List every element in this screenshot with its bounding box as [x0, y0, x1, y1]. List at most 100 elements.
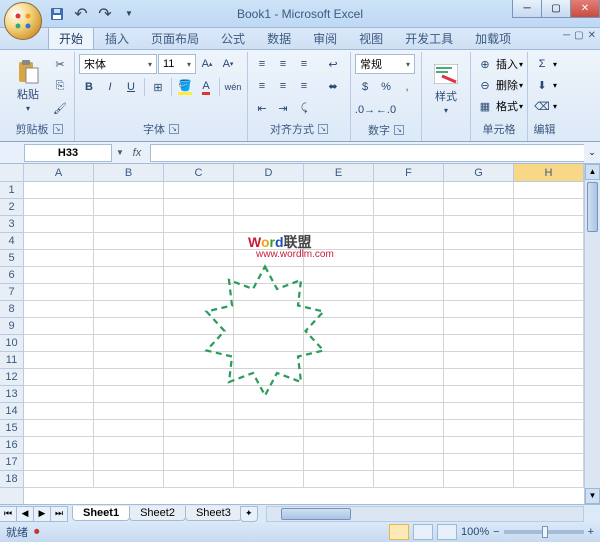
fx-button[interactable]: fx: [128, 144, 146, 162]
tab-数据[interactable]: 数据: [256, 26, 302, 49]
cell[interactable]: [94, 216, 164, 233]
row-header-15[interactable]: 15: [0, 420, 23, 437]
row-header-17[interactable]: 17: [0, 454, 23, 471]
cell[interactable]: [164, 318, 234, 335]
hscroll-thumb[interactable]: [281, 508, 351, 520]
macro-record-icon[interactable]: ⏺: [34, 526, 40, 539]
cell[interactable]: [444, 437, 514, 454]
cell[interactable]: [444, 301, 514, 318]
cell[interactable]: [304, 199, 374, 216]
cell[interactable]: [304, 386, 374, 403]
save-icon[interactable]: [48, 5, 66, 23]
underline-button[interactable]: U: [121, 77, 141, 97]
tab-页面布局[interactable]: 页面布局: [140, 26, 210, 49]
cell[interactable]: [514, 182, 584, 199]
row-header-1[interactable]: 1: [0, 182, 23, 199]
autosum-button[interactable]: Σ: [532, 54, 552, 74]
format-cells-button[interactable]: 格式: [496, 98, 518, 114]
cell[interactable]: [374, 199, 444, 216]
sheet-tab-Sheet1[interactable]: Sheet1: [72, 506, 130, 521]
cell[interactable]: [24, 250, 94, 267]
cell[interactable]: [304, 250, 374, 267]
cell[interactable]: [514, 403, 584, 420]
minimize-button[interactable]: ─: [512, 0, 542, 18]
cell[interactable]: [444, 369, 514, 386]
fill-button[interactable]: ⬇: [532, 75, 552, 95]
column-header-H[interactable]: H: [514, 164, 584, 181]
row-header-7[interactable]: 7: [0, 284, 23, 301]
fill-color-button[interactable]: 🪣: [175, 77, 195, 97]
horizontal-scrollbar[interactable]: [266, 506, 584, 522]
delete-cells-button[interactable]: 删除: [496, 77, 518, 93]
cell[interactable]: [304, 437, 374, 454]
merge-button[interactable]: ⬌: [320, 76, 346, 96]
cell[interactable]: [164, 216, 234, 233]
shrink-font-button[interactable]: A▾: [218, 54, 238, 74]
cell[interactable]: [304, 420, 374, 437]
cell[interactable]: [514, 386, 584, 403]
cell[interactable]: [164, 352, 234, 369]
redo-icon[interactable]: ↷: [96, 5, 114, 23]
cell[interactable]: [24, 318, 94, 335]
undo-icon[interactable]: ↶: [72, 5, 90, 23]
cell[interactable]: [94, 250, 164, 267]
cell[interactable]: [164, 250, 234, 267]
tab-插入[interactable]: 插入: [94, 26, 140, 49]
format-painter-button[interactable]: 🖌: [50, 98, 70, 118]
cell[interactable]: [164, 454, 234, 471]
insert-cells-button[interactable]: 插入: [496, 56, 518, 72]
cell[interactable]: [304, 335, 374, 352]
scroll-down-button[interactable]: ▼: [585, 488, 600, 504]
cell[interactable]: [234, 420, 304, 437]
phonetic-button[interactable]: wén: [223, 77, 243, 97]
cell[interactable]: [514, 267, 584, 284]
cell[interactable]: [234, 199, 304, 216]
cell[interactable]: [374, 437, 444, 454]
sheet-nav-prev[interactable]: ◀: [16, 506, 34, 522]
clipboard-launcher[interactable]: ↘: [53, 124, 63, 134]
cell[interactable]: [234, 369, 304, 386]
cell[interactable]: [164, 437, 234, 454]
cell[interactable]: [234, 471, 304, 488]
cell[interactable]: [304, 369, 374, 386]
cell[interactable]: [444, 233, 514, 250]
align-left-button[interactable]: ≡: [252, 76, 272, 96]
cell[interactable]: [374, 471, 444, 488]
increase-decimal-button[interactable]: .0→: [355, 100, 375, 120]
cell[interactable]: [24, 369, 94, 386]
cell[interactable]: [24, 403, 94, 420]
row-header-10[interactable]: 10: [0, 335, 23, 352]
name-box-dropdown[interactable]: ▼: [116, 148, 124, 157]
cell[interactable]: [304, 267, 374, 284]
align-middle-button[interactable]: ≡: [273, 54, 293, 74]
orientation-button[interactable]: ⤹: [294, 98, 314, 118]
cell[interactable]: [374, 250, 444, 267]
cell[interactable]: [374, 267, 444, 284]
cell[interactable]: [514, 471, 584, 488]
wrap-text-button[interactable]: ↩: [320, 54, 346, 74]
align-top-button[interactable]: ≡: [252, 54, 272, 74]
cell[interactable]: [234, 335, 304, 352]
cell[interactable]: [444, 318, 514, 335]
cell[interactable]: [234, 250, 304, 267]
number-launcher[interactable]: ↘: [394, 125, 404, 135]
cell[interactable]: [24, 454, 94, 471]
italic-button[interactable]: I: [100, 77, 120, 97]
cell[interactable]: [374, 420, 444, 437]
tab-公式[interactable]: 公式: [210, 26, 256, 49]
row-header-16[interactable]: 16: [0, 437, 23, 454]
cell[interactable]: [514, 437, 584, 454]
cells-area[interactable]: [24, 182, 584, 504]
cell[interactable]: [234, 437, 304, 454]
cell[interactable]: [374, 386, 444, 403]
column-header-D[interactable]: D: [234, 164, 304, 181]
cell[interactable]: [164, 301, 234, 318]
new-sheet-button[interactable]: ✦: [240, 506, 258, 522]
align-bottom-button[interactable]: ≡: [294, 54, 314, 74]
cell[interactable]: [24, 386, 94, 403]
cell[interactable]: [374, 301, 444, 318]
decrease-decimal-button[interactable]: ←.0: [376, 100, 396, 120]
cell[interactable]: [164, 420, 234, 437]
row-header-5[interactable]: 5: [0, 250, 23, 267]
row-header-2[interactable]: 2: [0, 199, 23, 216]
